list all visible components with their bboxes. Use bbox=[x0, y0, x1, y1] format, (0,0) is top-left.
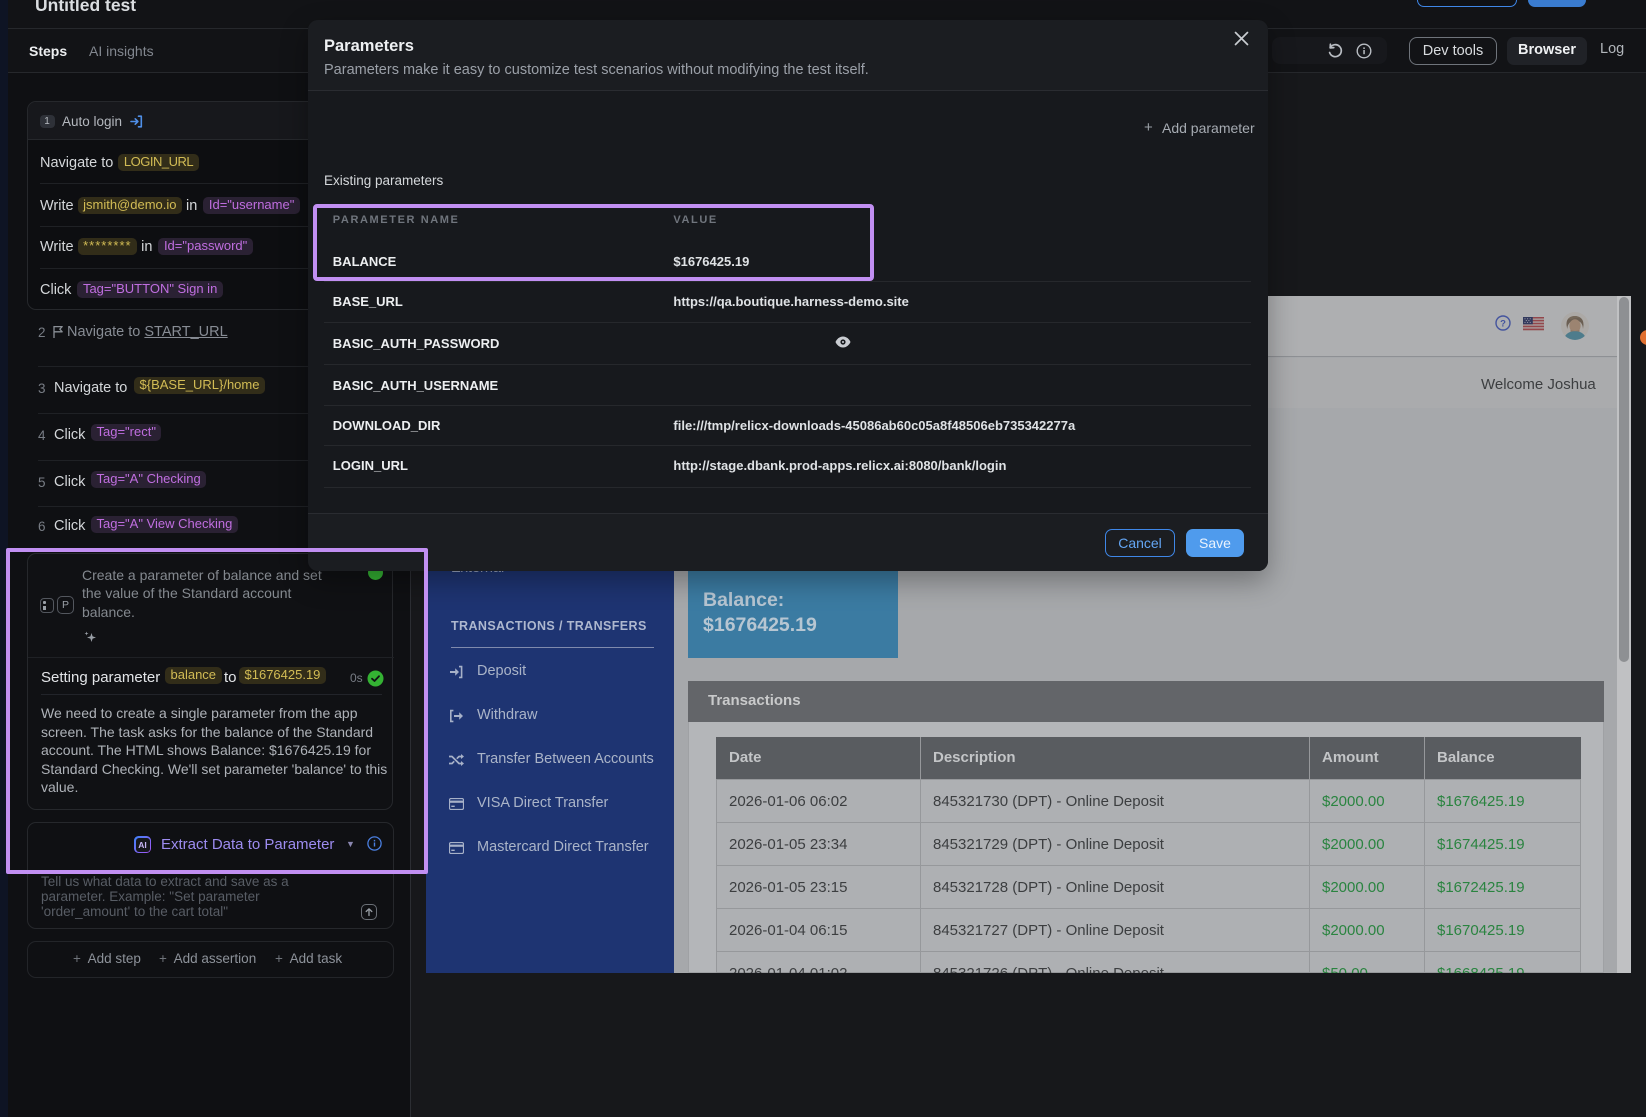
svg-text:?: ? bbox=[1500, 319, 1506, 330]
